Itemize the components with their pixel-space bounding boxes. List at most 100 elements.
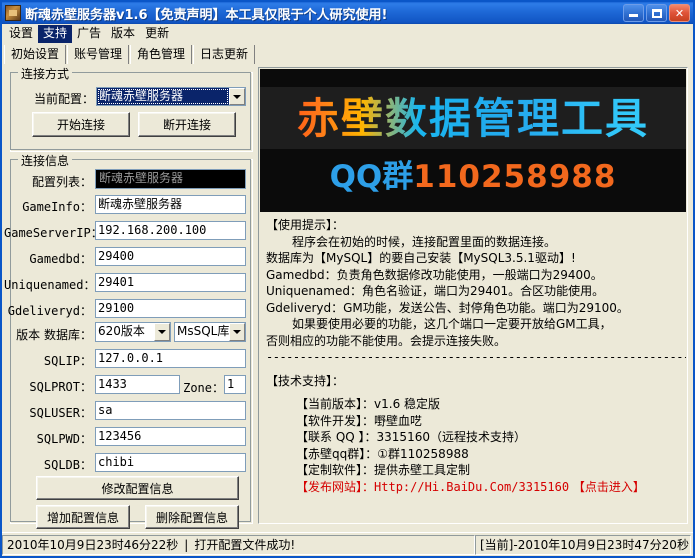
sqluser-label: SQLUSER： — [12, 404, 92, 421]
sqlip-label: SQLIP： — [12, 352, 92, 369]
config-list-box[interactable]: 断魂赤壁服务器 — [95, 169, 246, 189]
gdeliveryd-field[interactable]: 29100 — [95, 299, 246, 318]
status-message: 打开配置文件成功! — [194, 536, 295, 553]
support-key-version: 【当前版本】： — [296, 397, 374, 411]
info-panel: 赤壁数据管理工具 QQ群110258988 【使用提示】： 程序会在初始的时候，… — [258, 67, 688, 524]
sqlprot-field[interactable]: 1433 — [95, 375, 180, 394]
status-separator: | — [184, 538, 188, 552]
menu-item-settings[interactable]: 设置 — [4, 25, 38, 43]
support-line-version: 【当前版本】：v1.6 稳定版 — [266, 396, 680, 413]
maximize-button[interactable] — [646, 4, 667, 22]
banner-qq-number: 110258988 — [413, 159, 616, 195]
gdeliveryd-label: Gdeliveryd： — [4, 302, 92, 319]
website-url[interactable]: Http://Hi.BaiDu.Com/3315160 — [374, 480, 569, 494]
application-window: 断魂赤壁服务器v1.6【免责声明】本工具仅限于个人研究使用! ✕ 设置 支持 广… — [0, 0, 695, 558]
database-combo[interactable]: MsSQL库 — [174, 322, 246, 342]
tab-initial-settings[interactable]: 初始设置 — [4, 45, 66, 64]
status-time: 2010年10月9日23时46分22秒 — [7, 536, 178, 553]
connection-info-title: 连接信息 — [18, 152, 72, 169]
gamedbd-label: Gamedbd： — [12, 250, 92, 267]
support-line-developer: 【软件开发】：嘢壁血呓 — [266, 413, 680, 430]
support-line-website[interactable]: 【发布网站】：Http://Hi.BaiDu.Com/3315160 【点击进入… — [266, 479, 680, 496]
sqldb-label: SQLDB： — [12, 456, 92, 473]
website-action-link[interactable]: 【点击进入】 — [573, 480, 645, 494]
sqluser-field[interactable]: sa — [95, 401, 246, 420]
title-bar: 断魂赤壁服务器v1.6【免责声明】本工具仅限于个人研究使用! ✕ — [2, 2, 693, 24]
support-key-developer: 【软件开发】： — [296, 414, 374, 428]
version-value: 620版本 — [96, 323, 154, 341]
help-support-header: 【技术支持】： — [266, 373, 680, 390]
chevron-down-icon[interactable] — [154, 323, 170, 341]
add-config-button[interactable]: 增加配置信息 — [36, 505, 130, 529]
banner-qq-line: QQ群110258988 — [260, 157, 686, 197]
menu-item-update[interactable]: 更新 — [140, 25, 174, 43]
help-tips-line6: 如果要使用必要的功能，这几个端口一定要开放给GM工具， — [266, 316, 680, 333]
main-content: 连接方式 当前配置： 断魂赤壁服务器 开始连接 断开连接 连接信息 配置列表： … — [2, 64, 693, 532]
minimize-button[interactable] — [623, 4, 644, 22]
sqlpwd-label: SQLPWD： — [12, 430, 92, 447]
help-tips-line5: Gdeliveryd：GM功能，发送公告、封停角色功能。端口为29100。 — [266, 300, 680, 317]
sqlip-field[interactable]: 127.0.0.1 — [95, 349, 246, 368]
start-connect-button[interactable]: 开始连接 — [32, 112, 130, 137]
support-key-custom: 【定制软件】： — [296, 463, 374, 477]
gameserverip-label: GameServerIP： — [4, 224, 92, 241]
menu-bar: 设置 支持 广告 版本 更新 — [2, 24, 693, 43]
status-bar: 2010年10月9日23时46分22秒 | 打开配置文件成功! [当前]-201… — [2, 532, 693, 556]
disconnect-button[interactable]: 断开连接 — [138, 112, 236, 137]
tab-account-management[interactable]: 账号管理 — [67, 45, 129, 64]
help-tips-line2: 数据库为【MySQL】的要自己安装【MySQL3.5.1驱动】! — [266, 250, 680, 267]
support-line-custom: 【定制软件】：提供赤壁工具定制 — [266, 462, 680, 479]
support-key-qqgroup: 【赤壁qq群】： — [296, 447, 377, 461]
chevron-down-icon[interactable] — [229, 88, 245, 105]
gameinfo-field[interactable]: 断魂赤壁服务器 — [95, 195, 246, 214]
help-tips-line1: 程序会在初始的时候，连接配置里面的数据连接。 — [266, 234, 680, 251]
window-controls: ✕ — [623, 4, 690, 22]
window-title: 断魂赤壁服务器v1.6【免责声明】本工具仅限于个人研究使用! — [25, 4, 387, 23]
modify-config-button[interactable]: 修改配置信息 — [36, 476, 239, 500]
help-tips-line7: 否则相应的功能不能使用。会提示连接失败。 — [266, 333, 680, 350]
app-icon — [5, 5, 21, 21]
uniquenamed-field[interactable]: 29401 — [95, 273, 246, 292]
close-icon: ✕ — [670, 5, 689, 21]
support-value-custom: 提供赤壁工具定制 — [374, 463, 470, 477]
gameinfo-label: GameInfo： — [12, 198, 92, 215]
tab-log-update[interactable]: 日志更新 — [193, 45, 255, 64]
current-config-combo[interactable]: 断魂赤壁服务器 — [96, 87, 246, 106]
zone-field[interactable]: 1 — [224, 375, 246, 394]
help-text-area: 【使用提示】： 程序会在初始的时候，连接配置里面的数据连接。 数据库为【MySQ… — [260, 213, 686, 522]
database-value: MsSQL库 — [175, 323, 229, 341]
help-tips-header: 【使用提示】： — [266, 217, 680, 234]
version-db-label: 版本 数据库： — [8, 326, 92, 343]
zone-label: Zone： — [182, 379, 224, 396]
config-list-label: 配置列表： — [12, 173, 92, 190]
banner-title: 赤壁数据管理工具 — [260, 93, 686, 145]
support-value-qqgroup: ①群110258988 — [377, 447, 468, 461]
support-line-qq: 【联系 QQ 】：3315160（远程技术支持） — [266, 429, 680, 446]
chevron-down-icon[interactable] — [229, 323, 245, 341]
gamedbd-field[interactable]: 29400 — [95, 247, 246, 266]
website-key: 【发布网站】： — [296, 480, 374, 494]
help-tips-line4: Uniquenamed：角色名验证，端口为29401。合区功能使用。 — [266, 283, 680, 300]
banner: 赤壁数据管理工具 QQ群110258988 — [260, 69, 686, 212]
menu-item-version[interactable]: 版本 — [106, 25, 140, 43]
uniquenamed-label: Uniquenamed： — [4, 276, 92, 293]
menu-item-support[interactable]: 支持 — [38, 25, 72, 43]
gameserverip-field[interactable]: 192.168.200.100 — [95, 221, 246, 240]
support-value-developer: 嘢壁血呓 — [374, 414, 422, 428]
delete-config-button[interactable]: 删除配置信息 — [145, 505, 239, 529]
current-config-value: 断魂赤壁服务器 — [97, 88, 229, 105]
support-value-version: v1.6 稳定版 — [374, 397, 440, 411]
sqldb-field[interactable]: chibi — [95, 453, 246, 472]
support-value-qq: 3315160（远程技术支持） — [377, 430, 526, 444]
help-tips-line3: Gamedbd：负责角色数据修改功能使用，一般端口为29400。 — [266, 267, 680, 284]
menu-item-ads[interactable]: 广告 — [72, 25, 106, 43]
connection-method-title: 连接方式 — [18, 65, 72, 82]
help-divider: ----------------------------------------… — [266, 349, 680, 366]
support-line-qqgroup: 【赤壁qq群】：①群110258988 — [266, 446, 680, 463]
close-button[interactable]: ✕ — [669, 4, 690, 22]
tab-role-management[interactable]: 角色管理 — [130, 45, 192, 64]
current-config-label: 当前配置： — [18, 90, 94, 107]
sqlpwd-field[interactable]: 123456 — [95, 427, 246, 446]
version-combo[interactable]: 620版本 — [95, 322, 171, 342]
tab-strip: 初始设置 账号管理 角色管理 日志更新 — [2, 43, 693, 64]
